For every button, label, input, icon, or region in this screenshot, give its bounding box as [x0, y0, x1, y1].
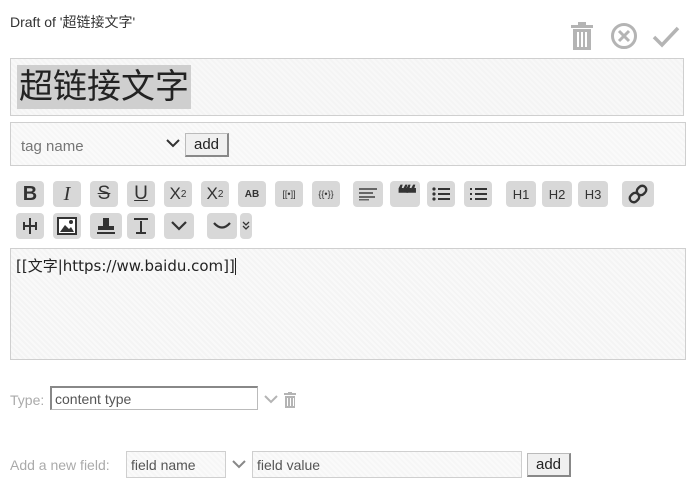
new-field-label: Add a new field:: [10, 457, 110, 473]
monospace-block-icon: [359, 188, 377, 201]
bullet-list-icon: [432, 187, 450, 201]
emoji-dropdown[interactable]: [240, 213, 252, 239]
emoji-button[interactable]: [207, 213, 237, 239]
content-type-input[interactable]: content type: [50, 386, 258, 410]
bold-button[interactable]: B: [16, 181, 44, 207]
wikilink-button[interactable]: [[•]]: [275, 181, 303, 207]
superscript-label: X: [169, 184, 181, 203]
heading2-label: H2: [548, 186, 566, 202]
italic-label: I: [63, 182, 71, 205]
add-field-button[interactable]: add: [527, 453, 572, 477]
field-value-placeholder: field value: [257, 456, 321, 473]
formatting-toolbar: B I S U X2 X2 AB [[•]] {{•}} ❝❝ H1 H2 H3: [16, 181, 676, 243]
text-size-button[interactable]: [127, 213, 155, 239]
numbered-list-icon: [470, 188, 487, 200]
numbered-list-button[interactable]: [464, 181, 492, 207]
stamp-button[interactable]: [90, 213, 122, 239]
link-icon: [628, 184, 648, 204]
trash-icon: [571, 22, 593, 50]
heading1-label: H1: [512, 186, 530, 202]
body-editor[interactable]: [[文字|https://ww.baidu.com]]: [10, 248, 686, 360]
draft-title: Draft of '超链接文字': [10, 14, 136, 30]
subscript-index: 2: [217, 188, 224, 200]
quote-button[interactable]: ❝❝: [390, 181, 420, 207]
underline-button[interactable]: U: [127, 181, 155, 207]
bullet-list-button[interactable]: [427, 181, 455, 207]
editor-actions: [568, 22, 680, 50]
chevron-down-icon[interactable]: [165, 137, 181, 149]
image-icon: [57, 217, 77, 235]
subscript-label: X: [206, 184, 218, 203]
heading2-button[interactable]: H2: [542, 181, 572, 207]
wikilink-label: [[•]]: [282, 189, 296, 199]
link-button[interactable]: [622, 181, 654, 207]
chevron-down-icon: [171, 221, 187, 231]
excise-icon: [23, 218, 37, 234]
excise-button[interactable]: [16, 213, 44, 239]
stamp-icon: [97, 218, 115, 234]
title-input[interactable]: 超链接文字: [10, 58, 684, 116]
field-value-input[interactable]: field value: [252, 451, 522, 478]
tag-editor: add: [10, 122, 686, 166]
add-tag-button[interactable]: add: [185, 133, 230, 157]
editor-text: [[文字|https://ww.baidu.com]]: [16, 257, 235, 275]
monospace-block-button[interactable]: [353, 181, 383, 207]
close-circle-icon: [611, 23, 637, 49]
smile-icon: [213, 222, 231, 229]
editor-content: [[文字|https://ww.baidu.com]]: [16, 255, 236, 276]
underline-label: U: [134, 183, 148, 204]
transclude-label: {{•}}: [318, 189, 334, 199]
heading1-button[interactable]: H1: [506, 181, 536, 207]
heading3-label: H3: [584, 186, 602, 202]
type-dropdown-chevron-icon[interactable]: [263, 394, 279, 406]
transclude-button[interactable]: {{•}}: [312, 181, 340, 207]
superscript-exponent: 2: [180, 188, 187, 200]
title-text: 超链接文字: [17, 65, 191, 109]
superscript-button[interactable]: X2: [164, 181, 192, 207]
field-name-chevron-icon[interactable]: [231, 459, 247, 471]
field-name-placeholder: field name: [131, 456, 196, 473]
tag-name-input[interactable]: [19, 133, 163, 159]
type-label: Type:: [10, 392, 45, 408]
strike-label: S: [97, 183, 111, 204]
more-formats-dropdown[interactable]: [164, 213, 194, 239]
save-button[interactable]: [652, 22, 680, 50]
smallcaps-button[interactable]: AB: [238, 181, 266, 207]
text-size-icon: [134, 218, 148, 234]
double-chevron-down-icon: [242, 221, 250, 230]
content-type-value: content type: [55, 390, 132, 407]
strikethrough-button[interactable]: S: [90, 181, 118, 207]
image-button[interactable]: [53, 213, 81, 239]
bold-label: B: [22, 182, 38, 205]
smallcaps-label: AB: [244, 188, 260, 200]
delete-button[interactable]: [568, 22, 596, 50]
checkmark-icon: [652, 26, 680, 48]
quote-icon: ❝❝: [397, 181, 417, 207]
text-caret: [234, 258, 236, 275]
field-name-input[interactable]: field name: [126, 451, 226, 478]
subscript-button[interactable]: X2: [201, 181, 229, 207]
cancel-button[interactable]: [610, 22, 638, 50]
heading3-button[interactable]: H3: [578, 181, 608, 207]
type-delete-icon[interactable]: [284, 392, 296, 408]
italic-button[interactable]: I: [53, 181, 81, 207]
